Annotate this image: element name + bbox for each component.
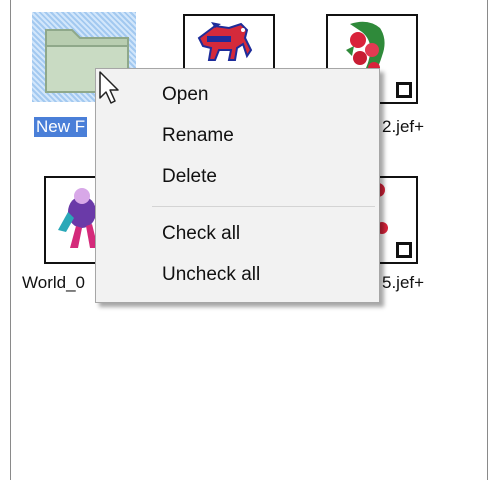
menu-item-check-all[interactable]: Check all bbox=[96, 216, 379, 252]
file-label: 2.jef+ bbox=[382, 117, 425, 136]
menu-item-open[interactable]: Open bbox=[96, 77, 379, 113]
embroidery-thumbnail bbox=[183, 14, 275, 76]
menu-item-delete[interactable]: Delete bbox=[96, 159, 379, 195]
file-label: New F bbox=[34, 117, 88, 137]
checkbox-unchecked[interactable] bbox=[396, 242, 412, 258]
menu-separator bbox=[152, 206, 375, 207]
file-label: World_0 bbox=[22, 273, 85, 292]
context-menu: Open Rename Delete Check all Uncheck all bbox=[95, 68, 380, 303]
checkbox-unchecked[interactable] bbox=[396, 82, 412, 98]
menu-item-uncheck-all[interactable]: Uncheck all bbox=[96, 257, 379, 293]
file-label: 5.jef+ bbox=[382, 273, 425, 292]
mouse-pointer-icon bbox=[99, 71, 119, 104]
menu-item-rename[interactable]: Rename bbox=[96, 118, 379, 154]
